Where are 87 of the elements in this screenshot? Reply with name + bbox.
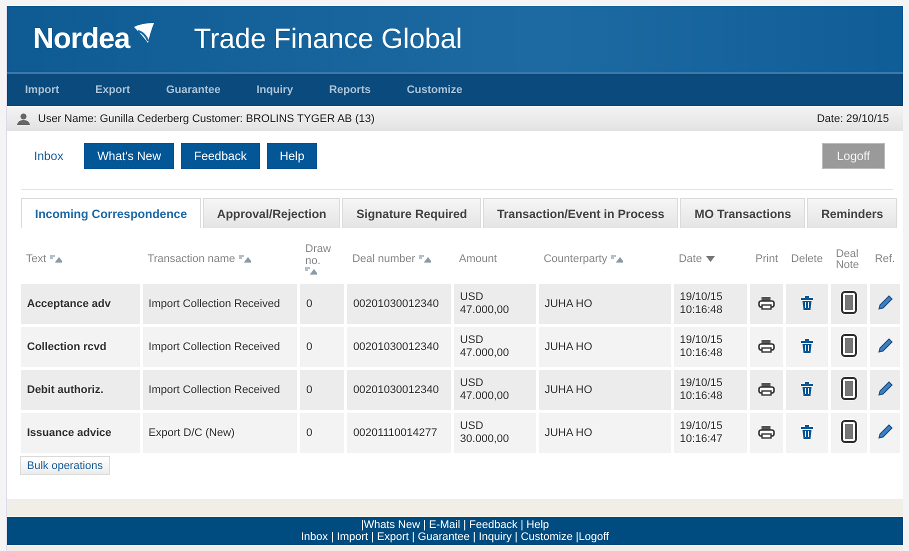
table-cell: 19/10/15 10:16:48: [674, 327, 748, 367]
logoff-button[interactable]: Logoff: [822, 143, 885, 169]
pencil-icon[interactable]: [876, 338, 893, 354]
tab[interactable]: Incoming Correspondence: [21, 198, 202, 228]
column-header[interactable]: Print: [755, 253, 778, 265]
toolbar-button[interactable]: What's New: [84, 143, 174, 169]
trash-icon[interactable]: [800, 424, 813, 438]
tab[interactable]: Reminders: [807, 198, 898, 228]
column-header[interactable]: Deal number: [352, 253, 416, 265]
column-header[interactable]: Transaction name: [148, 253, 236, 265]
table-cell: 00201110014277: [347, 413, 452, 453]
table-cell: Import Collection Received: [142, 284, 298, 324]
column-header[interactable]: Draw no.: [305, 243, 336, 267]
column-header[interactable]: Ref.: [874, 253, 895, 265]
trash-icon[interactable]: [800, 338, 813, 352]
sort-icon[interactable]: [239, 255, 252, 263]
sail-logo-icon: [132, 22, 156, 44]
table-cell: Import Collection Received: [142, 327, 298, 367]
table-cell: JUHA HO: [538, 413, 671, 453]
table-cell: 00201030012340: [347, 284, 452, 324]
nav-menu-item[interactable]: Customize: [388, 84, 480, 96]
print-icon[interactable]: [758, 296, 776, 310]
document-icon[interactable]: [840, 420, 857, 443]
table-cell: 00201030012340: [347, 370, 452, 410]
document-icon[interactable]: [840, 291, 857, 314]
user-info: User Name: Gunilla Cederberg Customer: BROLINS TYGER AB (13): [38, 112, 375, 124]
current-date: Date: 29/10/15: [816, 112, 890, 124]
table-cell: Acceptance adv: [21, 284, 140, 324]
table-cell: Export D/C (New): [142, 413, 298, 453]
table-cell: 0: [300, 370, 344, 410]
print-icon[interactable]: [758, 338, 776, 352]
table-cell: JUHA HO: [538, 284, 671, 324]
column-header[interactable]: Counterparty: [544, 253, 608, 265]
sort-icon[interactable]: [50, 255, 62, 263]
pencil-icon[interactable]: [876, 424, 893, 440]
table-cell: JUHA HO: [538, 327, 671, 367]
column-header[interactable]: Deal Note: [836, 248, 862, 270]
user-icon: [17, 112, 30, 124]
bulk-operations-button[interactable]: Bulk operations: [20, 456, 110, 475]
footer-links[interactable]: Inbox | Import | Export | Guarantee | Inquiry | Customize |Logoff: [301, 531, 609, 543]
column-header[interactable]: Date: [678, 253, 702, 265]
pencil-icon[interactable]: [876, 380, 893, 396]
table-cell: Import Collection Received: [142, 370, 298, 410]
table-cell: 0: [300, 284, 344, 324]
nav-menu-item[interactable]: Inquiry: [238, 84, 312, 96]
toolbar-button[interactable]: Feedback: [181, 143, 260, 169]
table-cell: JUHA HO: [538, 370, 671, 410]
table-cell: USD 30.000,00: [454, 413, 536, 453]
table-cell: USD 47.000,00: [454, 370, 536, 410]
column-header[interactable]: Text: [26, 253, 46, 265]
footer-links[interactable]: |Whats New | E-Mail | Feedback | Help: [360, 519, 550, 531]
nav-menu-item[interactable]: Guarantee: [148, 84, 238, 96]
column-header[interactable]: Delete: [791, 253, 823, 265]
print-icon[interactable]: [758, 424, 776, 438]
sort-icon[interactable]: [611, 255, 624, 263]
sort-icon[interactable]: [419, 255, 432, 263]
table-cell: Debit authoriz.: [21, 370, 140, 410]
tab[interactable]: Transaction/Event in Process: [483, 198, 678, 228]
nav-menu-item[interactable]: Reports: [311, 84, 389, 96]
trash-icon[interactable]: [800, 296, 813, 310]
table-cell: Issuance advice: [21, 413, 140, 453]
sort-icon[interactable]: [305, 267, 318, 275]
table-cell: Collection rcvd: [21, 327, 140, 367]
tab[interactable]: Signature Required: [342, 198, 482, 228]
table-cell: 19/10/15 10:16:48: [674, 370, 748, 410]
tab[interactable]: Approval/Rejection: [203, 198, 340, 228]
table-cell: 19/10/15 10:16:47: [674, 413, 748, 453]
table-cell: 00201030012340: [347, 327, 452, 367]
inbox-link[interactable]: Inbox: [34, 149, 64, 163]
table-cell: USD 47.000,00: [454, 284, 536, 324]
toolbar-button[interactable]: Help: [266, 143, 318, 169]
trash-icon[interactable]: [800, 382, 813, 396]
nav-menu-item[interactable]: Export: [77, 84, 148, 96]
document-icon[interactable]: [840, 377, 857, 400]
logo-text: Nordea: [33, 22, 130, 56]
table-cell: 0: [300, 327, 344, 367]
app-title: Trade Finance Global: [194, 23, 462, 55]
sort-icon[interactable]: [706, 256, 715, 262]
tab[interactable]: MO Transactions: [680, 198, 806, 228]
print-icon[interactable]: [758, 382, 776, 396]
column-header[interactable]: Amount: [459, 253, 497, 265]
table-cell: USD 47.000,00: [454, 327, 536, 367]
document-icon[interactable]: [840, 334, 857, 357]
table-cell: 19/10/15 10:16:48: [674, 284, 748, 324]
table-cell: 0: [300, 413, 344, 453]
nav-menu-item[interactable]: Import: [7, 84, 78, 96]
pencil-icon[interactable]: [876, 294, 893, 310]
